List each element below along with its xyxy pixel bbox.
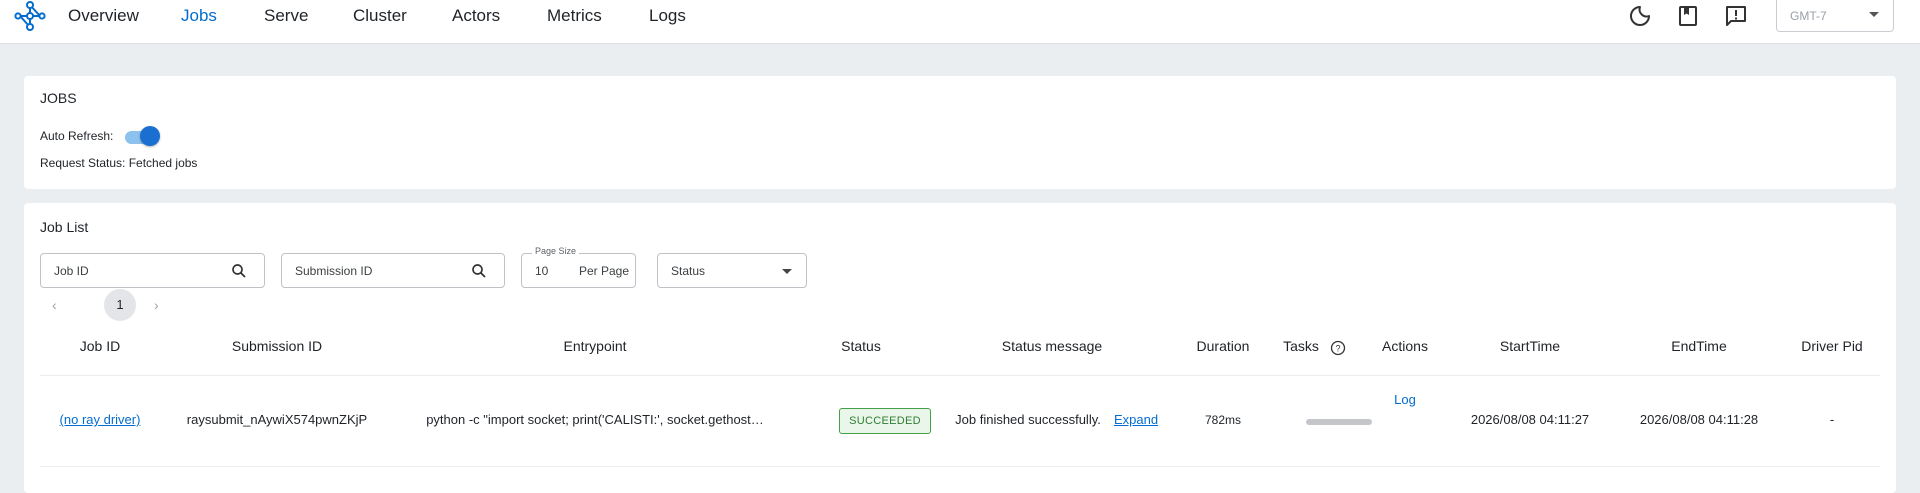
col-tasks: Tasks	[1283, 338, 1319, 354]
job-id-search-input[interactable]: Job ID	[40, 253, 265, 288]
col-entrypoint: Entrypoint	[563, 338, 627, 354]
page-size-suffix: Per Page	[579, 264, 630, 278]
entrypoint-cell: python -c "import socket; print('CALISTI…	[426, 412, 764, 427]
tasks-progress-bar	[1306, 419, 1372, 425]
submission-id-cell: raysubmit_nAywiX574pwnZKjP	[186, 412, 368, 427]
start-time-cell: 2026/08/08 04:11:27	[1470, 412, 1590, 427]
nav-serve[interactable]: Serve	[264, 6, 308, 26]
nav-overview[interactable]: Overview	[68, 6, 139, 26]
feedback-icon[interactable]	[1724, 4, 1748, 28]
duration-cell: 782ms	[1204, 413, 1242, 427]
col-actions: Actions	[1382, 338, 1428, 354]
col-status-message: Status message	[1001, 338, 1103, 354]
nav-logs[interactable]: Logs	[649, 6, 686, 26]
dark-mode-moon-icon[interactable]	[1628, 4, 1652, 28]
row-divider	[40, 466, 1880, 467]
page-size-label: Page Size	[532, 246, 580, 256]
auto-refresh-label: Auto Refresh:	[40, 129, 114, 143]
driver-pid-cell: -	[1829, 412, 1835, 427]
ray-logo-icon[interactable]	[14, 1, 46, 31]
status-filter-select[interactable]: Status	[657, 253, 807, 288]
timezone-select[interactable]: GMT-7	[1776, 0, 1894, 32]
col-job-id: Job ID	[79, 338, 121, 354]
page-size-value: 10	[535, 264, 549, 278]
nav-cluster[interactable]: Cluster	[353, 6, 407, 26]
top-navigation-bar: Overview Jobs Serve Cluster Actors Metri…	[0, 0, 1920, 44]
job-list-card: Job List Job ID Submission ID Page Size …	[24, 203, 1896, 493]
submission-id-search-input[interactable]: Submission ID	[281, 253, 505, 288]
prev-page-button[interactable]: ‹	[52, 297, 57, 313]
end-time-cell: 2026/08/08 04:11:28	[1639, 412, 1759, 427]
help-circle-icon[interactable]: ?	[1330, 340, 1346, 356]
nav-jobs[interactable]: Jobs	[181, 6, 217, 26]
page-1-button[interactable]: 1	[104, 289, 136, 321]
col-duration: Duration	[1196, 338, 1250, 354]
jobs-card-title: JOBS	[40, 90, 77, 106]
col-status: Status	[841, 338, 881, 354]
chevron-down-icon	[782, 269, 792, 274]
jobs-card: JOBS Auto Refresh: Request Status: Fetch…	[24, 76, 1896, 189]
nav-actors[interactable]: Actors	[452, 6, 500, 26]
submission-id-placeholder: Submission ID	[295, 264, 373, 278]
log-link[interactable]: Log	[1394, 392, 1416, 407]
col-driver-pid: Driver Pid	[1801, 338, 1863, 354]
status-placeholder: Status	[671, 264, 706, 278]
col-start-time: StartTime	[1499, 338, 1561, 354]
next-page-button[interactable]: ›	[154, 297, 159, 313]
col-end-time: EndTime	[1671, 338, 1727, 354]
page-size-input[interactable]: Page Size 10 Per Page	[521, 246, 636, 288]
docs-book-icon[interactable]	[1676, 4, 1700, 28]
status-badge: SUCCEEDED	[839, 408, 931, 434]
svg-text:?: ?	[1335, 344, 1340, 354]
expand-link[interactable]: Expand	[1114, 412, 1158, 427]
auto-refresh-toggle[interactable]	[123, 126, 161, 146]
job-id-placeholder: Job ID	[54, 264, 89, 278]
search-icon[interactable]	[230, 262, 248, 280]
job-list-title: Job List	[40, 219, 89, 235]
header-divider	[40, 375, 1880, 376]
toggle-knob	[140, 126, 160, 146]
timezone-value: GMT-7	[1790, 9, 1827, 23]
nav-metrics[interactable]: Metrics	[547, 6, 602, 26]
request-status: Request Status: Fetched jobs	[40, 156, 198, 170]
chevron-down-icon	[1869, 12, 1879, 17]
search-icon[interactable]	[470, 262, 488, 280]
status-message-cell: Job finished successfully.	[955, 412, 1101, 427]
col-submission-id: Submission ID	[231, 338, 323, 354]
job-id-link[interactable]: (no ray driver)	[60, 412, 141, 427]
